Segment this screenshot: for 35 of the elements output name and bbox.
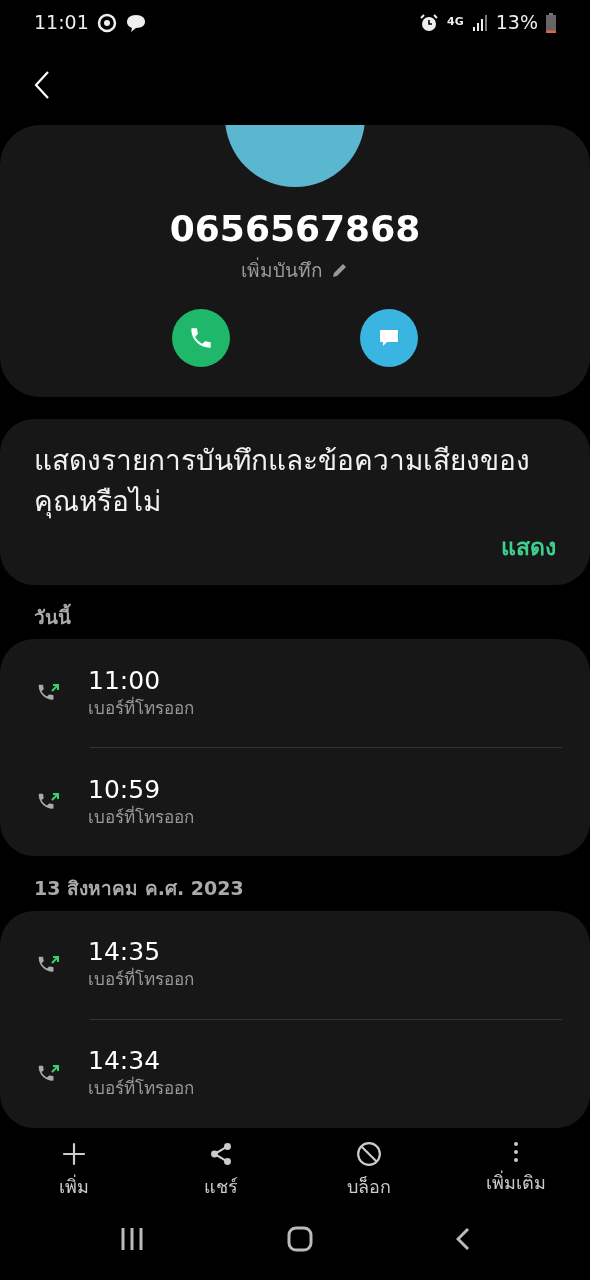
call-type: เบอร์ที่โทรออก <box>88 1076 194 1101</box>
battery-icon <box>546 12 556 33</box>
back-icon[interactable] <box>456 1227 471 1252</box>
call-time: 14:35 <box>88 937 162 967</box>
call-type: เบอร์ที่โทรออก <box>88 967 194 992</box>
signal-icon <box>471 13 488 32</box>
status-time: 11:01 <box>34 10 89 36</box>
call-time: 10:59 <box>88 774 162 805</box>
sync-icon <box>96 12 117 33</box>
add-icon <box>60 1141 87 1168</box>
battery-percent: 13% <box>495 10 538 36</box>
more-button[interactable]: เพิ่มเติม <box>456 1138 577 1209</box>
share-button[interactable]: แชร์ <box>161 1138 282 1209</box>
phone-number: 0656567868 <box>169 207 421 251</box>
call-time: 11:00 <box>88 665 162 696</box>
more-icon <box>513 1141 520 1164</box>
pencil-icon[interactable] <box>331 261 349 280</box>
message-button[interactable] <box>360 308 418 367</box>
chat-app-icon <box>124 12 147 33</box>
home-icon[interactable] <box>287 1226 313 1253</box>
alarm-icon <box>419 12 440 33</box>
section-date: วันนี้ <box>33 602 72 630</box>
recent-apps-icon[interactable] <box>119 1227 144 1252</box>
block-icon <box>355 1141 382 1168</box>
call-button[interactable] <box>172 308 230 367</box>
show-button[interactable]: แสดง <box>501 530 556 565</box>
section-date: 13 สิงหาคม ค.ศ. 2023 <box>33 876 245 902</box>
block-button[interactable]: บล็อก <box>308 1138 429 1209</box>
call-type: เบอร์ที่โทรออก <box>88 695 194 720</box>
call-type: เบอร์ที่โทรออก <box>88 804 194 829</box>
add-button[interactable]: เพิ่ม <box>13 1138 134 1209</box>
add-note-link[interactable]: เพิ่มบันทึก <box>241 256 323 285</box>
network-type: 4G <box>447 14 464 31</box>
prompt-message: แสดงรายการบันทึกและข้อความเสียงของคุณหรือไม่ <box>34 443 531 521</box>
call-time: 14:34 <box>88 1046 162 1076</box>
